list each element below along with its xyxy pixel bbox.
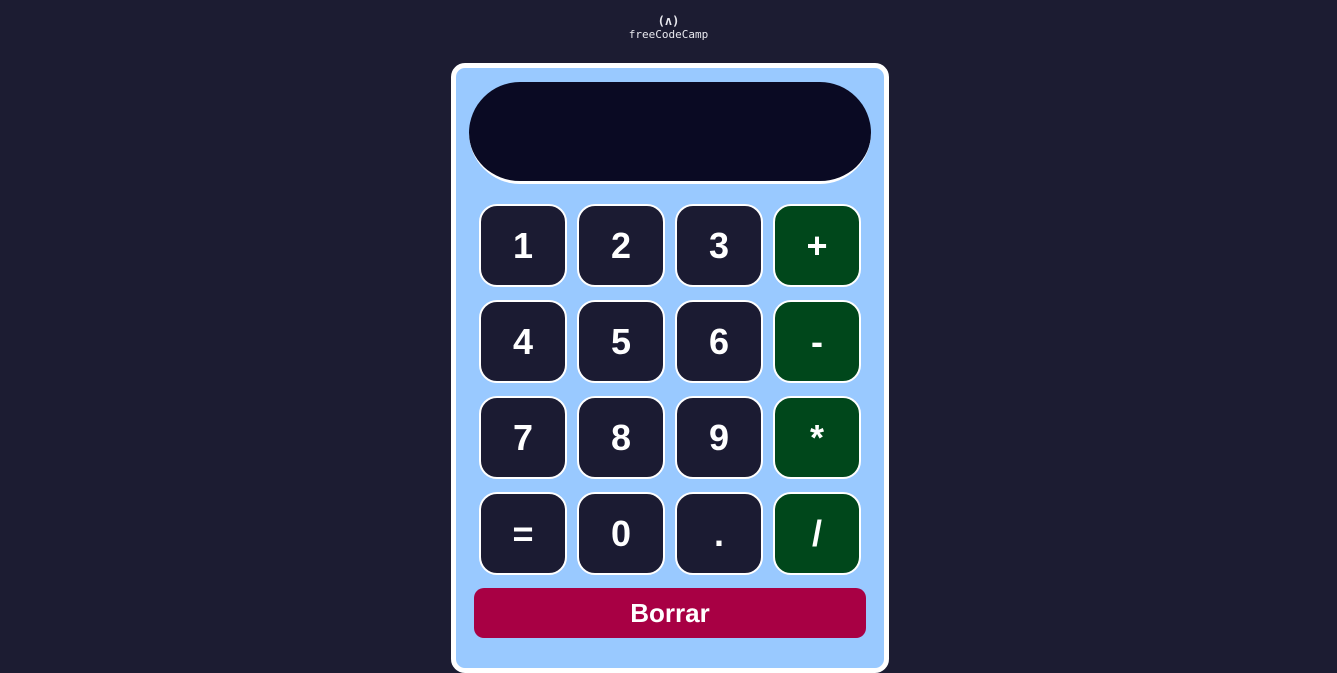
keypad: 1 2 3 + 4 5 6 - 7 8 9 * = 0 . / (479, 204, 861, 575)
key-divide[interactable]: / (773, 492, 861, 575)
key-8[interactable]: 8 (577, 396, 665, 479)
key-decimal[interactable]: . (675, 492, 763, 575)
key-plus[interactable]: + (773, 204, 861, 287)
key-multiply[interactable]: * (773, 396, 861, 479)
freecodecamp-logo: (ʌ) freeCodeCamp (0, 13, 1337, 41)
key-3[interactable]: 3 (675, 204, 763, 287)
key-9[interactable]: 9 (675, 396, 763, 479)
calculator: 1 2 3 + 4 5 6 - 7 8 9 * = 0 . / Borrar (451, 63, 889, 673)
key-5[interactable]: 5 (577, 300, 665, 383)
calculator-display (469, 82, 871, 184)
key-6[interactable]: 6 (675, 300, 763, 383)
key-7[interactable]: 7 (479, 396, 567, 479)
logo-text: freeCodeCamp (628, 28, 709, 41)
key-0[interactable]: 0 (577, 492, 665, 575)
key-equals[interactable]: = (479, 492, 567, 575)
key-4[interactable]: 4 (479, 300, 567, 383)
key-2[interactable]: 2 (577, 204, 665, 287)
key-minus[interactable]: - (773, 300, 861, 383)
clear-button[interactable]: Borrar (474, 588, 866, 638)
key-1[interactable]: 1 (479, 204, 567, 287)
freecodecamp-flame-icon: (ʌ) (657, 14, 680, 28)
